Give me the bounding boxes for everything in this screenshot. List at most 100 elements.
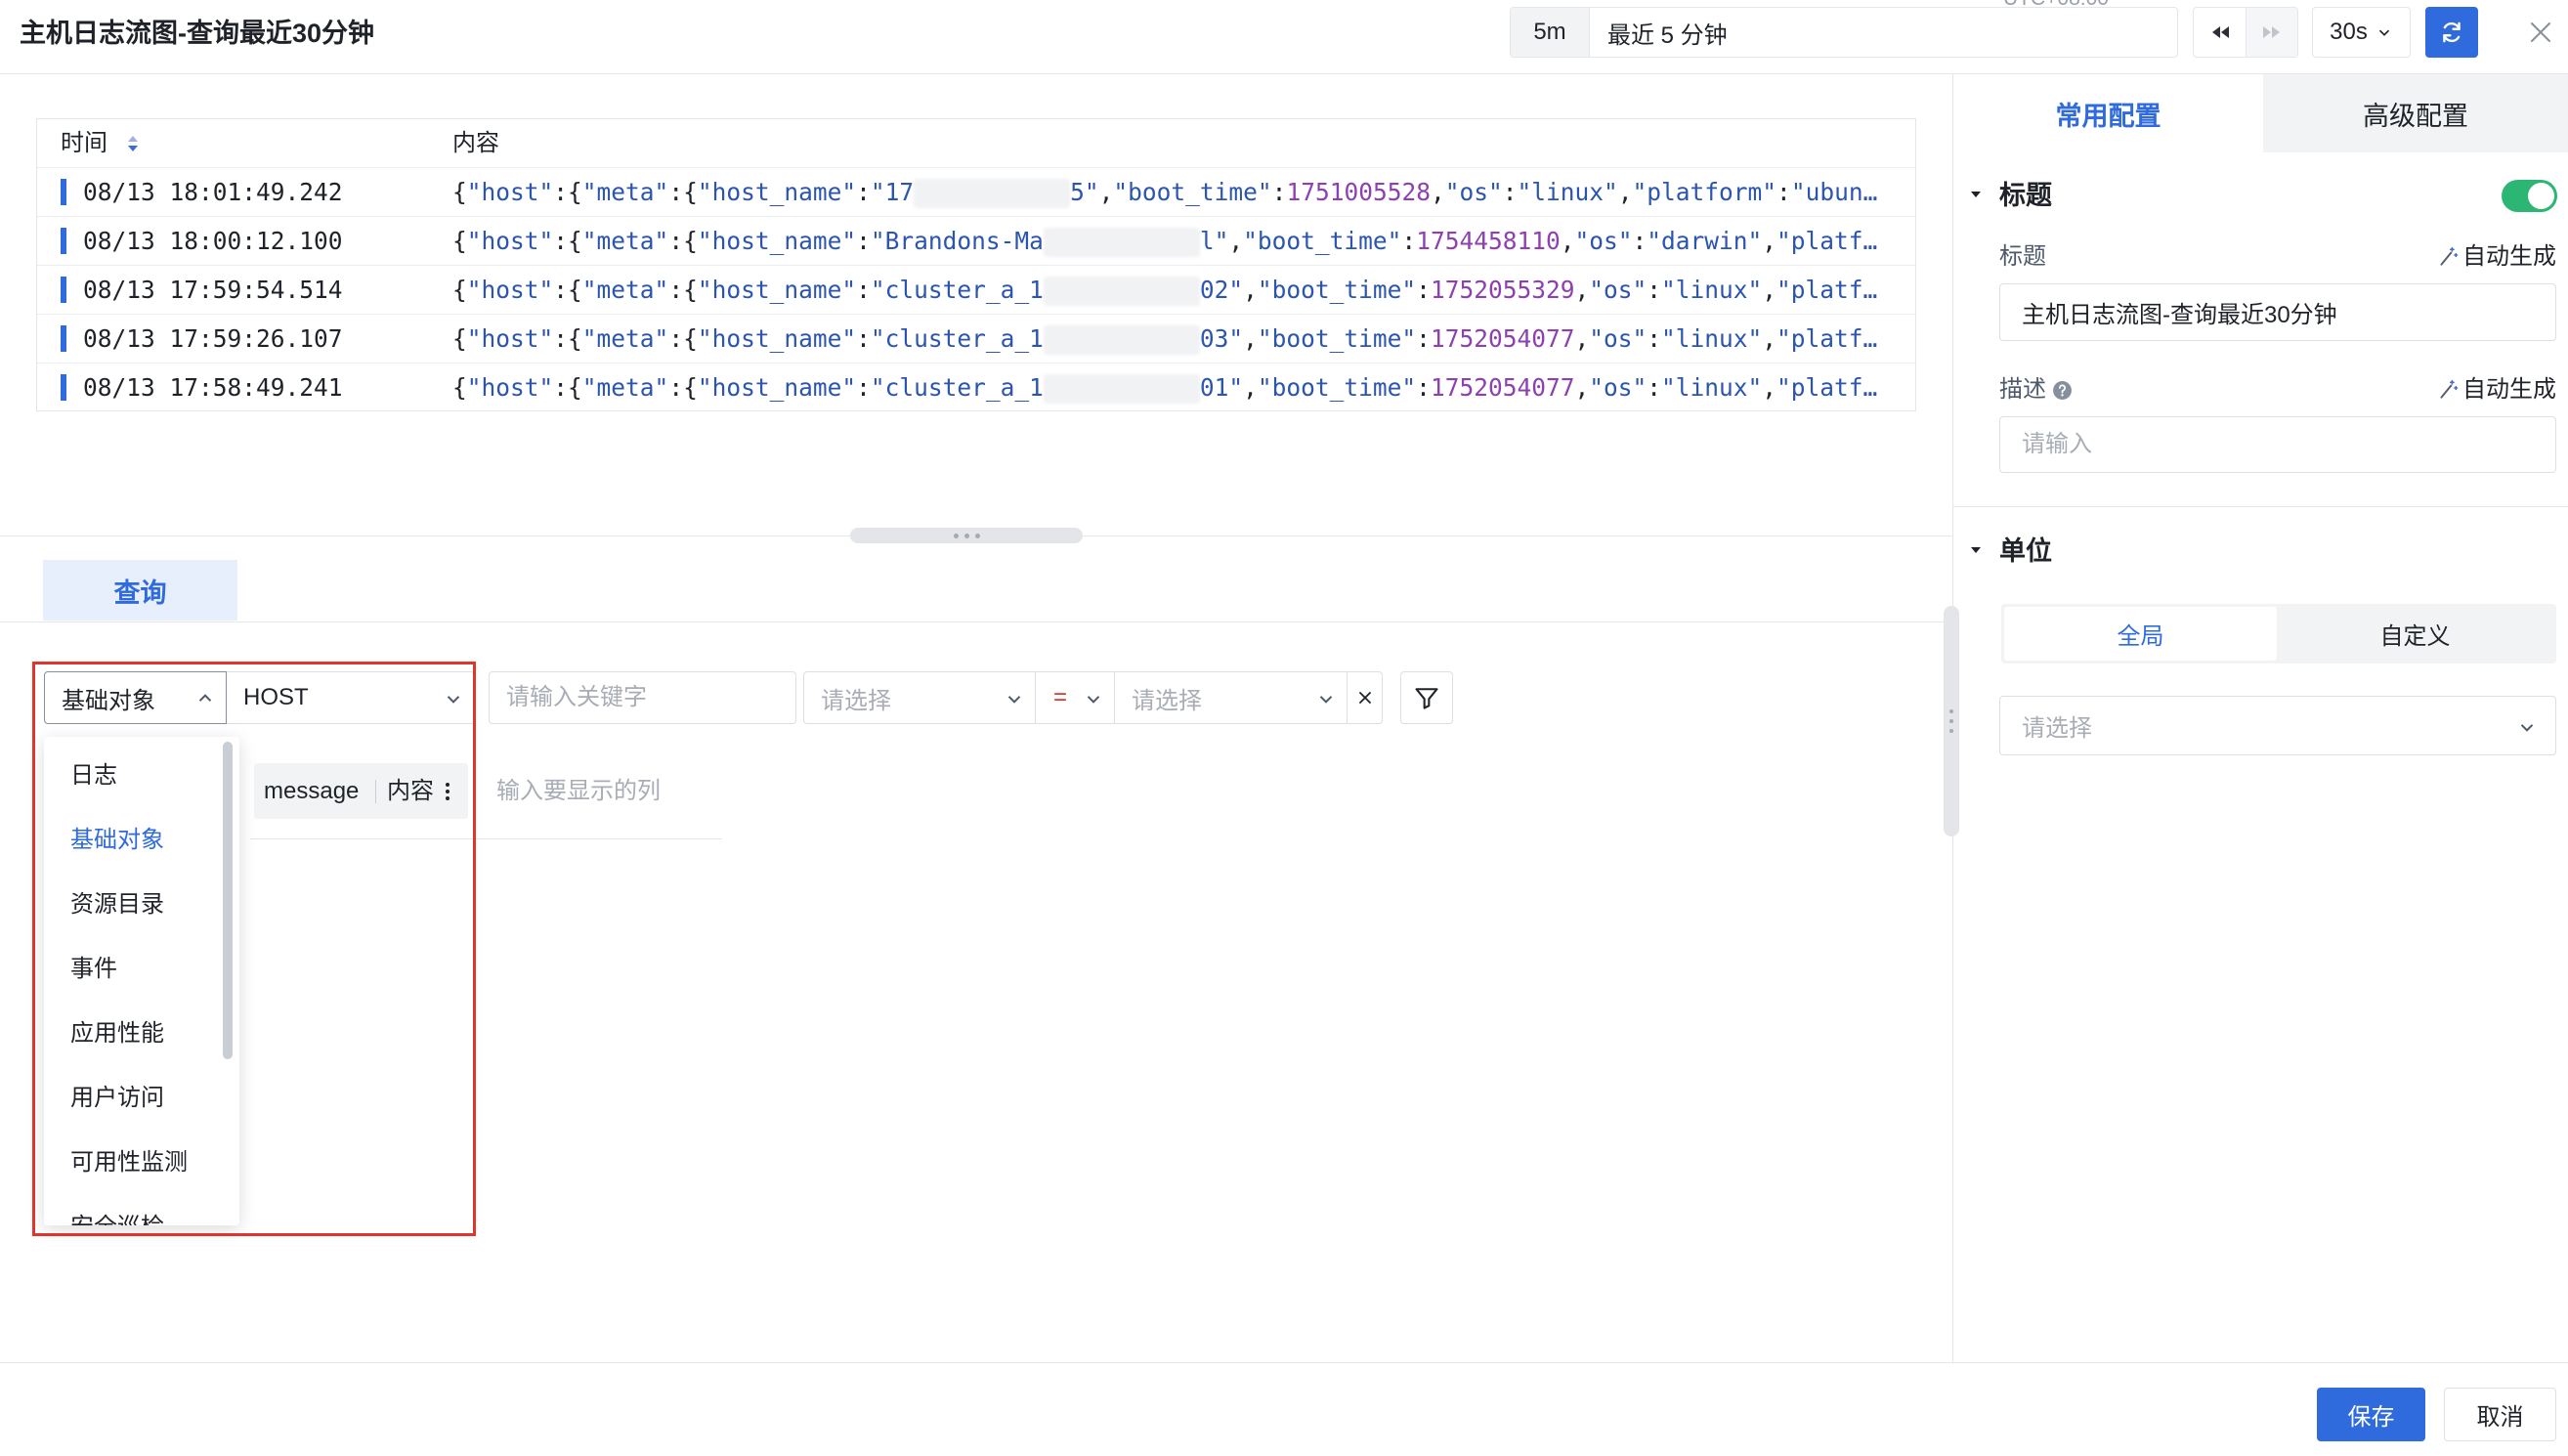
json-token: :{ — [668, 178, 698, 206]
json-token: , — [1243, 276, 1258, 304]
tab-common-config[interactable]: 常用配置 — [1953, 74, 2263, 152]
json-token: "host_name" — [697, 324, 857, 353]
section-unit-heading[interactable]: 单位 — [1999, 534, 2052, 569]
caret-down-icon[interactable] — [1968, 187, 1984, 202]
filter-operator-select[interactable]: = — [1035, 671, 1115, 724]
row-time: 08/13 17:59:26.107 — [83, 324, 343, 353]
json-token: "cluster_a_1 — [870, 373, 1044, 402]
table-body: 08/13 18:01:49.242 {"host":{"meta":{"host… — [37, 168, 1915, 412]
json-token: , — [1098, 178, 1114, 206]
toggle-knob — [2528, 183, 2554, 209]
table-row[interactable]: 08/13 17:59:54.514 {"host":{"meta":{"host… — [37, 266, 1915, 315]
row-indicator-bar — [61, 374, 66, 401]
chevron-up-icon — [198, 694, 212, 702]
auto-generate-label: 自动生成 — [2462, 376, 2556, 403]
unit-scope-global[interactable]: 全局 — [2004, 607, 2277, 661]
json-token: "meta" — [581, 178, 669, 206]
filter-value-select[interactable]: 请选择 — [1114, 671, 1348, 724]
data-source-select[interactable]: 基础对象 — [44, 671, 227, 724]
json-token: "meta" — [581, 227, 669, 255]
dropdown-option[interactable]: 用户访问 — [44, 1066, 239, 1131]
time-range-input[interactable]: 最近 5 分钟 — [1590, 8, 2177, 57]
json-token: "boot_time" — [1243, 227, 1402, 255]
handle-dot — [1949, 719, 1953, 723]
tab-query[interactable]: 查询 — [43, 560, 237, 621]
unit-select[interactable]: 请选择 — [1999, 696, 2556, 755]
sort-icon[interactable] — [126, 134, 140, 153]
title-auto-generate[interactable]: 自动生成 — [2437, 242, 2556, 272]
save-button[interactable]: 保存 — [2317, 1388, 2425, 1441]
redacted-value — [1043, 277, 1200, 306]
dropdown-option[interactable]: 资源目录 — [44, 873, 239, 937]
more-vertical-icon[interactable] — [442, 779, 453, 804]
title-input[interactable] — [1999, 283, 2556, 341]
time-back-button[interactable] — [2194, 8, 2246, 57]
json-token: , — [1762, 227, 1777, 255]
help-icon[interactable] — [2052, 380, 2073, 401]
section-title-heading[interactable]: 标题 — [1999, 178, 2052, 213]
split-resize-handle[interactable] — [850, 528, 1083, 543]
keyword-search-input[interactable] — [489, 671, 796, 724]
json-token: l" — [1199, 227, 1229, 255]
filter-field-select[interactable]: 请选择 — [803, 671, 1036, 724]
json-token: : — [1416, 276, 1431, 304]
header-bar — [0, 0, 2568, 74]
dropdown-option[interactable]: 安全巡检 — [44, 1195, 239, 1225]
table-row[interactable]: 08/13 17:58:49.241 {"host":{"meta":{"host… — [37, 364, 1915, 412]
json-token: :{ — [553, 324, 582, 353]
filter-button[interactable] — [1400, 671, 1453, 724]
cancel-button[interactable]: 取消 — [2444, 1388, 2556, 1441]
json-token: : — [1647, 373, 1661, 402]
time-forward-button[interactable] — [2246, 8, 2297, 57]
clear-filter-button[interactable] — [1347, 671, 1383, 724]
json-token: "ubun… — [1790, 178, 1878, 206]
json-token: "host_name" — [697, 227, 857, 255]
tab-advanced-config[interactable]: 高级配置 — [2263, 74, 2568, 152]
table-row[interactable]: 08/13 18:00:12.100 {"host":{"meta":{"host… — [37, 217, 1915, 266]
json-token: "Brandons-Ma — [870, 227, 1044, 255]
description-auto-generate[interactable]: 自动生成 — [2437, 375, 2556, 405]
unit-scope-custom[interactable]: 自定义 — [2277, 607, 2553, 661]
row-indicator-bar — [61, 228, 66, 254]
filter-value-placeholder: 请选择 — [1132, 687, 1202, 714]
dropdown-option[interactable]: 可用性监测 — [44, 1131, 239, 1195]
dropdown-option[interactable]: 事件 — [44, 937, 239, 1002]
json-token: :{ — [668, 276, 698, 304]
magic-wand-icon — [2440, 246, 2459, 266]
json-token: , — [1243, 373, 1258, 402]
row-time: 08/13 18:01:49.242 — [83, 178, 343, 206]
table-row[interactable]: 08/13 18:01:49.242 {"host":{"meta":{"host… — [37, 168, 1915, 217]
time-range-picker[interactable]: 5m 最近 5 分钟 — [1510, 7, 2178, 58]
description-input[interactable] — [1999, 416, 2556, 473]
display-column-chip[interactable]: message 内容 — [254, 763, 468, 819]
close-button[interactable] — [2527, 19, 2554, 46]
dropdown-scrollbar[interactable] — [223, 742, 233, 1059]
data-source-options: 日志 基础对象 资源目录 事件 应用性能 用户访问 可用性监测 安全巡检 — [44, 744, 239, 1225]
json-token: , — [1617, 178, 1633, 206]
pane-resize-handle[interactable] — [1944, 606, 1959, 836]
refresh-interval-select[interactable]: 30s — [2312, 7, 2411, 58]
json-token: "cluster_a_1 — [870, 276, 1044, 304]
json-token: "linux" — [1661, 276, 1763, 304]
column-input[interactable]: 输入要显示的列 — [496, 777, 661, 806]
chevron-down-icon — [2378, 29, 2389, 36]
json-token: "host" — [466, 373, 554, 402]
json-token: 1752055329 — [1430, 276, 1575, 304]
object-class-select[interactable]: HOST — [226, 671, 475, 724]
json-token: "darwin" — [1647, 227, 1763, 255]
table-row[interactable]: 08/13 17:59:26.107 {"host":{"meta":{"host… — [37, 315, 1915, 364]
column-header-time[interactable]: 时间 — [61, 119, 107, 167]
quick-range-button[interactable]: 5m — [1511, 8, 1590, 57]
title-label-text: 标题 — [1999, 243, 2046, 270]
unit-scope-segmented: 全局 自定义 — [2001, 604, 2556, 664]
magic-wand-icon — [2440, 379, 2459, 399]
dropdown-option[interactable]: 日志 — [44, 744, 239, 808]
show-title-toggle[interactable] — [2502, 180, 2557, 212]
json-token: 02" — [1199, 276, 1244, 304]
json-token: "cluster_a_1 — [870, 324, 1044, 353]
dropdown-option[interactable]: 应用性能 — [44, 1002, 239, 1066]
dropdown-option[interactable]: 基础对象 — [44, 808, 239, 873]
refresh-button[interactable] — [2425, 7, 2478, 58]
caret-down-icon[interactable] — [1968, 542, 1984, 558]
json-token: "host_name" — [697, 178, 857, 206]
